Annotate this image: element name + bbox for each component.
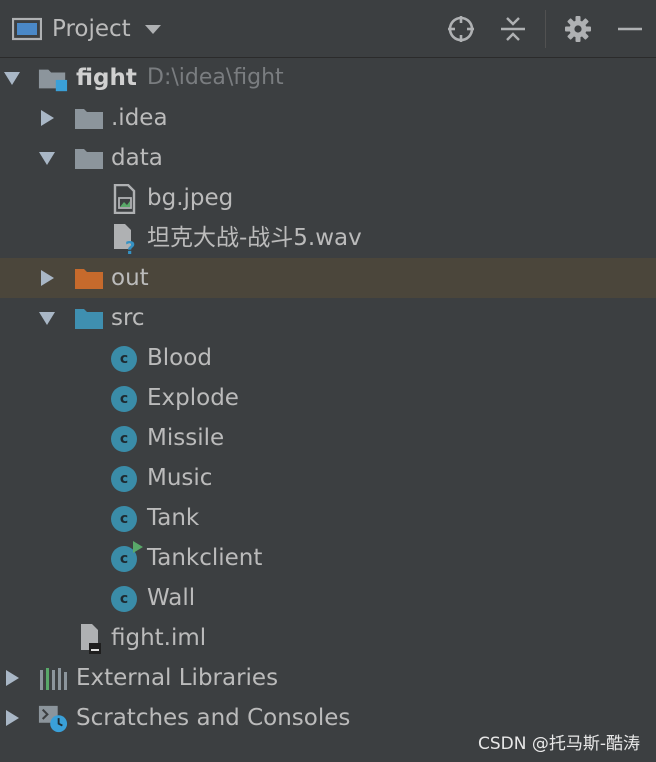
expand-arrow-icon[interactable] <box>2 698 22 738</box>
tree-item-label: Tank <box>147 505 200 531</box>
tree-item-label: data <box>111 145 163 171</box>
tree-item-external-libraries[interactable]: External Libraries <box>0 658 656 698</box>
tree-item-label: Blood <box>147 345 212 371</box>
project-view-icon <box>12 17 42 41</box>
class-icon: c <box>109 425 139 453</box>
folder-icon <box>74 105 104 133</box>
tree-item-bg-jpeg[interactable]: bg.jpeg <box>0 178 656 218</box>
excluded-folder-icon <box>74 265 104 293</box>
tree-item-label: Missile <box>147 425 225 451</box>
tree-item-class[interactable]: c Tank <box>0 498 656 538</box>
tree-item-class[interactable]: c Blood <box>0 338 656 378</box>
chevron-down-icon[interactable] <box>144 24 161 34</box>
source-folder-icon <box>74 305 104 333</box>
tree-item-label: fight.iml <box>111 625 207 651</box>
locate-icon <box>448 16 474 42</box>
tree-item-label: out <box>111 265 149 291</box>
module-folder-icon <box>38 65 68 93</box>
settings-button[interactable] <box>552 0 604 58</box>
tree-item-label: Wall <box>147 585 196 611</box>
tree-item-fight[interactable]: fight D:\idea\fight <box>0 58 656 98</box>
expand-arrow-icon[interactable] <box>2 58 22 98</box>
hide-button[interactable] <box>604 0 656 58</box>
tree-item-idea[interactable]: .idea <box>0 98 656 138</box>
tree-item-class[interactable]: c Music <box>0 458 656 498</box>
watermark: CSDN @托马斯-酷涛 <box>477 734 640 754</box>
tree-item-fight-iml[interactable]: fight.iml <box>0 618 656 658</box>
gear-icon <box>565 16 591 42</box>
library-icon <box>38 665 68 693</box>
tree-item-src[interactable]: src <box>0 298 656 338</box>
expand-arrow-icon[interactable] <box>37 298 57 338</box>
class-icon: c <box>109 345 139 373</box>
header-separator <box>545 10 546 48</box>
expand-arrow-icon[interactable] <box>37 138 57 178</box>
expand-arrow-icon[interactable] <box>37 98 57 138</box>
tree-item-class[interactable]: c Missile <box>0 418 656 458</box>
collapse-all-button[interactable] <box>487 0 539 58</box>
project-tool-window: Project fight D:\idea\fight .idea data b… <box>0 0 656 762</box>
tree-item-label: src <box>111 305 145 331</box>
tree-item-label: Explode <box>147 385 239 411</box>
class-icon: c <box>109 465 139 493</box>
tree-item-class[interactable]: c Explode <box>0 378 656 418</box>
class-icon: c <box>109 585 139 613</box>
tree-item-class[interactable]: c Wall <box>0 578 656 618</box>
svg-text:?: ? <box>125 238 135 255</box>
run-marker-icon <box>133 541 143 553</box>
tool-window-header: Project <box>0 0 656 58</box>
tree-item-out[interactable]: out <box>0 258 656 298</box>
scratches-icon <box>38 705 68 733</box>
folder-icon <box>74 145 104 173</box>
tree-item-label: fight <box>76 65 137 91</box>
project-tree: fight D:\idea\fight .idea data bg.jpeg ?… <box>0 58 656 738</box>
tree-item-label: External Libraries <box>76 665 279 691</box>
class-icon: c <box>109 385 139 413</box>
tree-item-label: Scratches and Consoles <box>76 705 351 731</box>
locate-button[interactable] <box>435 0 487 58</box>
tree-item-label: Tankclient <box>147 545 263 571</box>
module-path: D:\idea\fight <box>147 65 284 90</box>
tree-item-label: 坦克大战-战斗5.wav <box>147 225 362 251</box>
tree-item-label: .idea <box>111 105 168 131</box>
image-file-icon <box>109 184 139 214</box>
expand-arrow-icon[interactable] <box>37 258 57 298</box>
collapse-all-icon <box>501 17 525 41</box>
tree-item-class[interactable]: c Tankclient <box>0 538 656 578</box>
class-icon: c <box>109 505 139 533</box>
module-file-icon <box>74 624 104 654</box>
unknown-file-icon: ? <box>109 224 139 255</box>
minimize-icon <box>618 27 642 31</box>
tree-item-label: bg.jpeg <box>147 185 234 211</box>
runnable-class-icon: c <box>109 541 143 573</box>
header-title: Project <box>52 16 131 42</box>
project-view-selector[interactable]: Project <box>12 0 161 58</box>
tree-item-wav[interactable]: ? 坦克大战-战斗5.wav <box>0 218 656 258</box>
tree-item-data[interactable]: data <box>0 138 656 178</box>
expand-arrow-icon[interactable] <box>2 658 22 698</box>
tree-item-label: Music <box>147 465 213 491</box>
